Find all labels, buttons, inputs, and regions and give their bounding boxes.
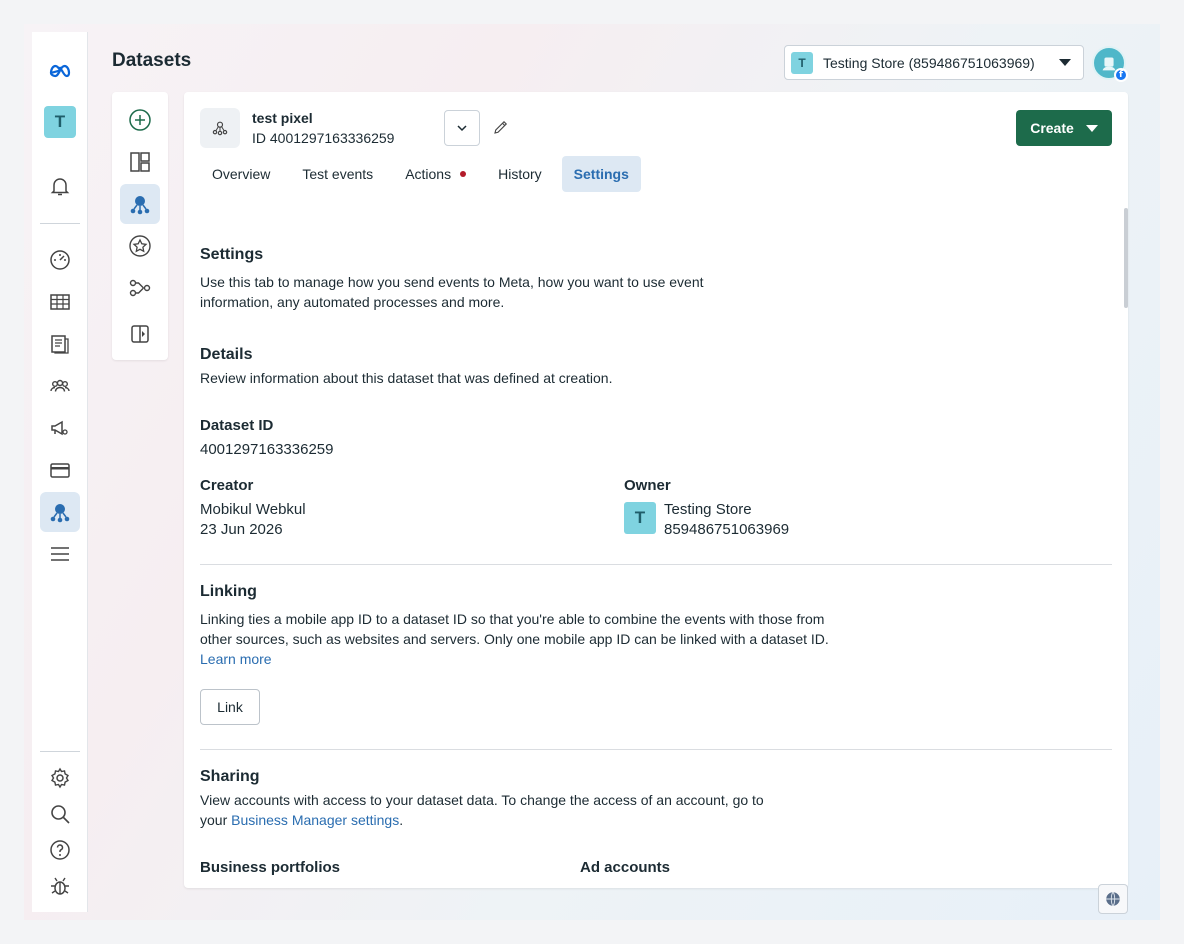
owner-id: 859486751063969 xyxy=(664,521,790,538)
settings-description-1: Use this tab to manage how you send even… xyxy=(200,274,704,290)
divider xyxy=(200,564,1112,565)
dashboard-icon[interactable] xyxy=(40,240,80,280)
scrollbar[interactable] xyxy=(1124,208,1128,308)
data-sources-icon[interactable] xyxy=(120,184,160,224)
billing-icon[interactable] xyxy=(40,450,80,490)
tab-settings-label: Settings xyxy=(573,166,629,182)
owner-label: Owner xyxy=(624,477,671,494)
tab-overview[interactable]: Overview xyxy=(200,156,282,192)
dataset-id-value: 4001297163336259 xyxy=(200,441,334,458)
custom-conversions-icon[interactable] xyxy=(120,226,160,266)
notification-dot xyxy=(460,171,467,177)
dataset-icon xyxy=(200,108,240,148)
tab-history[interactable]: History xyxy=(486,156,554,192)
store-selector-label: Testing Store (859486751063969) xyxy=(823,54,1035,71)
creator-label: Creator xyxy=(200,477,254,494)
linking-heading: Linking xyxy=(200,583,257,600)
tab-actions-label: Actions xyxy=(405,166,452,182)
store-selector[interactable]: T Testing Store (859486751063969) xyxy=(784,45,1084,80)
settings-heading: Settings xyxy=(200,246,264,263)
create-button[interactable]: Create xyxy=(1016,110,1112,146)
details-description: Review information about this dataset th… xyxy=(200,370,613,386)
search-icon[interactable] xyxy=(40,794,80,834)
chevron-down-icon xyxy=(1085,124,1098,132)
learn-more-link[interactable]: Learn more xyxy=(200,649,272,669)
pages-icon[interactable] xyxy=(40,324,80,364)
sharing-prefix: your xyxy=(200,812,232,828)
tab-test-events-label: Test events xyxy=(302,166,374,182)
tab-overview-label: Overview xyxy=(212,166,271,182)
add-circle-icon[interactable] xyxy=(120,100,160,140)
account-avatar[interactable]: T xyxy=(40,102,80,142)
chevron-down-icon xyxy=(1059,59,1071,66)
sharing-heading: Sharing xyxy=(200,768,260,785)
settings-icon[interactable] xyxy=(40,758,80,798)
creator-date: 23 Jun 2026 xyxy=(200,521,283,538)
audiences-icon[interactable] xyxy=(40,366,80,406)
create-button-label: Create xyxy=(1030,120,1074,136)
bug-icon[interactable] xyxy=(40,866,80,906)
tab-history-label: History xyxy=(498,166,542,182)
language-globe-icon[interactable] xyxy=(1098,884,1128,914)
nav-divider-bottom xyxy=(40,751,80,752)
table-icon[interactable] xyxy=(40,282,80,322)
edit-pencil-icon[interactable] xyxy=(490,116,512,138)
dataset-id-label: Dataset ID xyxy=(200,417,274,434)
tab-test-events[interactable]: Test events xyxy=(290,156,385,192)
dataset-subnav xyxy=(112,92,168,360)
overview-layout-icon[interactable] xyxy=(120,142,160,182)
ads-icon[interactable] xyxy=(40,408,80,448)
menu-icon[interactable] xyxy=(40,534,80,574)
sharing-description-1: View accounts with access to your datase… xyxy=(200,792,764,808)
business-portfolios-label: Business portfolios xyxy=(200,859,341,876)
page-title: Datasets xyxy=(112,50,192,71)
owner-name: Testing Store xyxy=(664,501,752,518)
owner-avatar: T xyxy=(624,502,656,534)
events-manager-icon[interactable] xyxy=(40,492,80,532)
ad-accounts-label: Ad accounts xyxy=(580,859,671,876)
link-button[interactable]: Link xyxy=(200,689,260,725)
divider xyxy=(200,749,1112,750)
notifications-icon[interactable] xyxy=(40,166,80,206)
left-nav: T xyxy=(32,32,88,912)
details-heading: Details xyxy=(200,346,253,363)
partner-integrations-icon[interactable] xyxy=(120,268,160,308)
tab-bar: Overview Test events Actions History Set… xyxy=(200,156,641,192)
dataset-switcher-button[interactable] xyxy=(444,110,480,146)
nav-divider xyxy=(40,223,80,224)
settings-description-2: information, any automated processes and… xyxy=(200,294,505,310)
account-initial: T xyxy=(44,106,76,138)
linking-description-2: other sources, such as websites and serv… xyxy=(200,631,829,647)
app-frame: T Datasets T Testing Store (859486751063… xyxy=(24,24,1160,920)
user-avatar[interactable]: f xyxy=(1092,46,1128,82)
meta-logo-icon[interactable] xyxy=(40,50,80,90)
dataset-card: test pixel ID 4001297163336259 Create Ov… xyxy=(184,92,1128,888)
sharing-description-2: your Business Manager settings. xyxy=(200,810,403,830)
chevron-down-icon xyxy=(457,125,467,132)
sharing-suffix: . xyxy=(399,812,404,828)
tab-actions[interactable]: Actions xyxy=(393,156,478,192)
linking-description-1: Linking ties a mobile app ID to a datase… xyxy=(200,611,825,627)
help-icon[interactable] xyxy=(40,830,80,870)
business-manager-settings-link[interactable]: Business Manager settings xyxy=(231,812,399,828)
dataset-id: ID 4001297163336259 xyxy=(252,130,395,146)
creator-name: Mobikul Webkul xyxy=(200,501,306,518)
collapse-panel-icon[interactable] xyxy=(120,314,160,354)
store-avatar: T xyxy=(791,51,813,74)
facebook-badge-icon: f xyxy=(1114,68,1128,82)
dataset-name: test pixel xyxy=(252,110,313,126)
tab-settings[interactable]: Settings xyxy=(561,156,641,192)
